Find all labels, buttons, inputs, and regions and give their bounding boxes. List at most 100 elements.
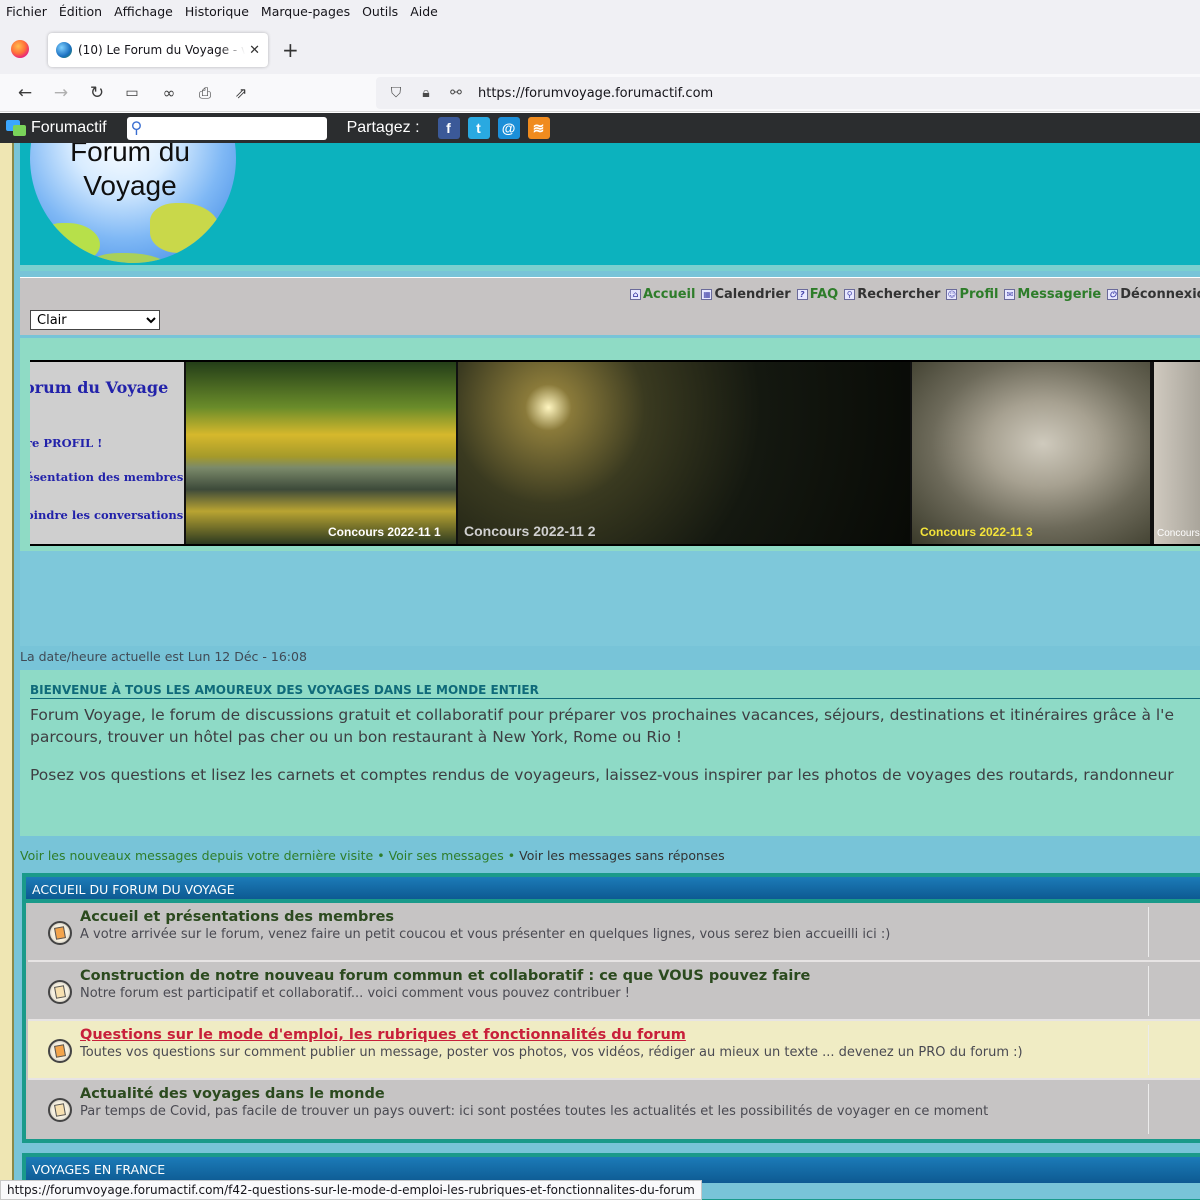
forum-title[interactable]: Questions sur le mode d'emploi, les rubr…	[80, 1027, 686, 1043]
forum-new-posts-icon	[48, 921, 72, 945]
category-accueil: ACCUEIL DU FORUM DU VOYAGE Accueil et pr…	[22, 873, 1200, 1143]
nav-rechercher-label: Rechercher	[857, 287, 941, 302]
column-divider	[1148, 907, 1149, 957]
extension-icon[interactable]: ⇗	[229, 81, 253, 105]
nav-rechercher[interactable]: ⚲ Rechercher	[844, 287, 940, 302]
link-unanswered[interactable]: Voir les messages sans réponses	[519, 848, 724, 863]
twitter-icon[interactable]: t	[467, 117, 490, 139]
forum-row[interactable]: Construction de notre nouveau forum comm…	[28, 962, 1200, 1021]
nav-calendrier[interactable]: ▦ Calendrier	[701, 287, 791, 302]
contest-caption-1: Concours 2022-11 1	[328, 525, 441, 539]
nav-profil[interactable]: ☺ Profil	[946, 287, 998, 302]
forum-logo-title: Forum du Voyage	[70, 143, 190, 201]
facebook-icon[interactable]: f	[437, 117, 460, 139]
forum-description: Notre forum est participatif et collabor…	[80, 986, 630, 1001]
globe-favicon-icon	[56, 42, 72, 58]
nav-profil-label: Profil	[959, 287, 999, 302]
nav-messagerie[interactable]: ✉ Messagerie	[1004, 287, 1101, 302]
contest-photo-3[interactable]: Concours 2022-11 3	[912, 362, 1150, 544]
forum-row-hovered[interactable]: Questions sur le mode d'emploi, les rubr…	[28, 1021, 1200, 1080]
back-icon[interactable]: ←	[13, 81, 37, 105]
firefox-icon[interactable]	[11, 40, 29, 58]
gallery-links-panel: orum du Voyage re PROFIL ! ésentation de…	[30, 362, 184, 544]
forum-title[interactable]: Construction de notre nouveau forum comm…	[80, 968, 810, 984]
nav-accueil-label: Accueil	[643, 287, 696, 302]
forum-title[interactable]: Actualité des voyages dans le monde	[80, 1086, 385, 1102]
contest-photo-4[interactable]: Concours	[1154, 362, 1200, 544]
menu-historique[interactable]: Historique	[185, 4, 249, 19]
gallery-title[interactable]: orum du Voyage	[30, 378, 168, 397]
url-bar[interactable]: ⛉ 🔒︎ ⚯ https://forumvoyage.forumactif.co…	[376, 77, 1200, 109]
private-mask-icon[interactable]: ∞	[157, 81, 181, 105]
close-tab-icon[interactable]: ✕	[249, 43, 260, 58]
theme-select[interactable]: Clair	[30, 310, 160, 330]
nav-deconnexion[interactable]: ⏻Déconnexion [ M	[1107, 287, 1200, 302]
home-icon: ⌂	[630, 289, 641, 300]
link-my-messages[interactable]: Voir ses messages	[389, 848, 504, 863]
rss-icon[interactable]: ≋	[527, 117, 550, 139]
contest-photo-1[interactable]: Concours 2022-11 1	[186, 362, 456, 544]
forumactif-logo-icon[interactable]	[6, 120, 26, 136]
share-label: Partagez :	[346, 119, 420, 136]
forum-no-new-posts-icon	[48, 1098, 72, 1122]
menu-fichier[interactable]: Fichier	[6, 4, 47, 19]
category-title[interactable]: ACCUEIL DU FORUM DU VOYAGE	[26, 877, 1200, 903]
forumactif-brand[interactable]: Forumactif	[31, 119, 107, 137]
new-tab-icon[interactable]: +	[282, 38, 299, 62]
contest-caption-3: Concours 2022-11 3	[920, 525, 1033, 539]
lock-icon[interactable]: 🔒︎	[416, 85, 436, 101]
forum-page: Forum du Voyage ⌂ Accueil ▦ Calendrier ? FA…	[0, 143, 1200, 1200]
forumactif-toolbar: Forumactif ⚲ Partagez : f t @ ≋	[0, 113, 1200, 143]
column-divider	[1148, 966, 1149, 1016]
forward-icon[interactable]: →	[49, 81, 73, 105]
nav-calendrier-label: Calendrier	[714, 287, 791, 302]
forum-row[interactable]: Accueil et présentations des membres A v…	[28, 903, 1200, 962]
gallery-link-conversations[interactable]: oindre les conversations	[30, 508, 183, 522]
search-icon: ⚲	[844, 289, 856, 300]
nav-deconnexion-label: Déconnexion [ M	[1120, 287, 1200, 302]
tab-title: (10) Le Forum du Voyage - voyage	[78, 43, 246, 57]
contest-photo-2[interactable]: Concours 2022-11 2	[458, 362, 910, 544]
search-icon: ⚲	[130, 117, 143, 137]
menu-affichage[interactable]: Affichage	[114, 4, 173, 19]
menu-marque-pages[interactable]: Marque-pages	[261, 4, 350, 19]
welcome-paragraph-1-line-2: parcours, trouver un hôtel pas cher ou u…	[30, 728, 683, 746]
reload-icon[interactable]: ↻	[85, 81, 109, 105]
forum-nav-links: ⌂ Accueil ▦ Calendrier ? FAQ ⚲ Rechercher ☺ P…	[630, 287, 1200, 302]
menu-edition[interactable]: Édition	[59, 4, 102, 19]
column-divider	[1148, 1025, 1149, 1075]
gallery-band: orum du Voyage re PROFIL ! ésentation de…	[20, 338, 1200, 551]
link-new-messages[interactable]: Voir les nouveaux messages depuis votre …	[20, 848, 373, 863]
status-bar-url: https://forumvoyage.forumactif.com/f42-q…	[0, 1180, 702, 1200]
nav-faq[interactable]: ? FAQ	[796, 287, 838, 302]
forum-nav-band: ⌂ Accueil ▦ Calendrier ? FAQ ⚲ Rechercher ☺ P…	[20, 277, 1200, 335]
welcome-box: BIENVENUE À TOUS LES AMOUREUX DES VOYAGE…	[20, 670, 1200, 836]
nav-accueil[interactable]: ⌂ Accueil	[630, 287, 695, 302]
profile-icon: ☺	[946, 289, 958, 300]
forum-title[interactable]: Accueil et présentations des membres	[80, 909, 394, 925]
nav-messagerie-label: Messagerie	[1017, 287, 1102, 302]
help-icon: ?	[796, 289, 808, 300]
url-text[interactable]: https://forumvoyage.forumactif.com	[478, 86, 713, 101]
permissions-icon[interactable]: ⚯	[446, 85, 466, 101]
gallery-link-presentation[interactable]: ésentation des membres"	[30, 470, 184, 484]
gallery-link-profil[interactable]: re PROFIL !	[30, 436, 102, 450]
forum-new-posts-icon	[48, 1039, 72, 1063]
separator-dot: •	[507, 848, 516, 863]
navigation-bar: ← → ↻ ▭ ∞ ⎙ ⇗ ⛉ 🔒︎ ⚯ https://forumvoyage…	[0, 74, 1200, 112]
forum-header: Forum du Voyage	[20, 143, 1200, 271]
logout-icon: ⏻	[1107, 289, 1119, 300]
quick-links: Voir les nouveaux messages depuis votre …	[20, 848, 725, 863]
menu-outils[interactable]: Outils	[362, 4, 398, 19]
shield-icon[interactable]: ⛉	[386, 85, 406, 101]
contest-caption-2: Concours 2022-11 2	[464, 523, 596, 539]
toolbar-search-input[interactable]: ⚲	[126, 116, 327, 140]
welcome-paragraph-2: Posez vos questions et lisez les carnets…	[30, 766, 1174, 784]
email-icon[interactable]: @	[497, 117, 520, 139]
forum-row[interactable]: Actualité des voyages dans le monde Par …	[28, 1080, 1200, 1139]
active-tab[interactable]: (10) Le Forum du Voyage - voyage ✕	[48, 33, 268, 67]
menu-aide[interactable]: Aide	[410, 4, 438, 19]
sidebar-icon[interactable]: ▭	[120, 81, 144, 105]
forum-description: A votre arrivée sur le forum, venez fair…	[80, 927, 891, 942]
print-icon[interactable]: ⎙	[193, 81, 217, 105]
